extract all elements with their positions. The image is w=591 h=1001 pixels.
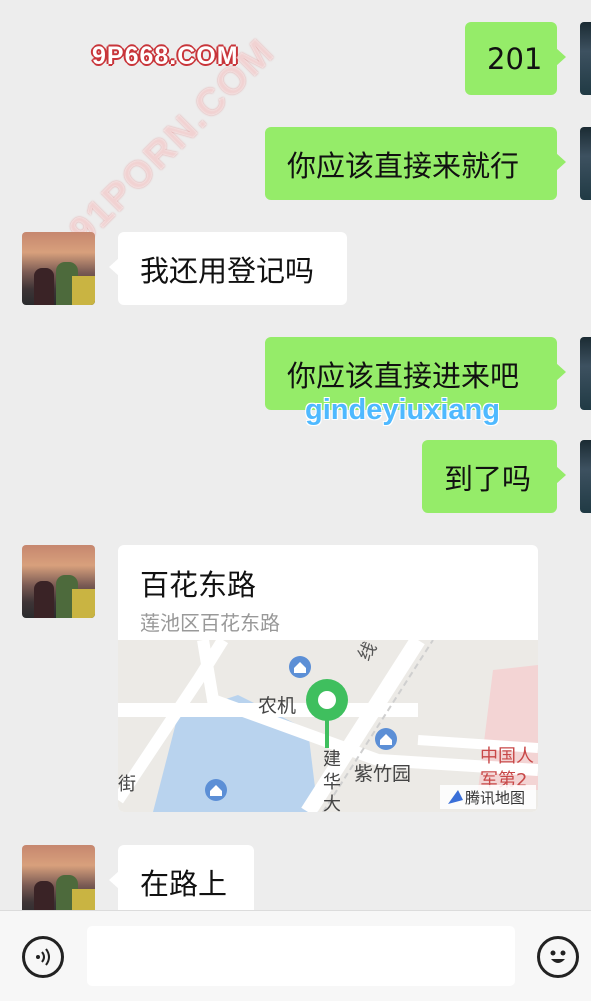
message-input[interactable] [87,926,515,986]
contact-avatar[interactable] [22,232,95,305]
location-card[interactable]: 百花东路 莲池区百花东路 线 农机 紫竹园 街 建 华 大 中国人 军第2 腾讯… [118,545,538,812]
map-label: 中国人 [480,746,534,767]
user-watermark: gindeyiuxiang [305,394,500,426]
emoji-icon [550,950,566,963]
contact-avatar[interactable] [22,545,95,618]
poi-icon [289,656,311,678]
message-text: 你应该直接来就行 [287,148,520,183]
map-label: 华 [323,772,341,793]
emoji-button[interactable] [537,936,579,978]
message-text: 在路上 [140,866,228,901]
message-bubble[interactable]: 在路上 [109,845,254,918]
contact-avatar[interactable] [22,845,95,918]
message-text: 你应该直接进来吧 [287,358,520,393]
my-avatar[interactable] [580,22,591,95]
map-label: 街 [118,774,136,795]
message-bubble[interactable]: 到了吗 [422,440,566,513]
map-label: 农机 [258,695,296,717]
message-bubble[interactable]: 201 [465,22,566,95]
location-title: 百花东路 [140,568,257,602]
message-text: 我还用登记吗 [140,253,315,288]
location-map[interactable]: 线 农机 紫竹园 街 建 华 大 中国人 军第2 腾讯地图 [118,640,538,812]
message-bubble[interactable]: 你应该直接来就行 [265,127,566,200]
voice-button[interactable] [22,936,64,978]
map-label: 紫竹园 [354,763,411,785]
poi-icon [205,779,227,801]
poi-icon [375,728,397,750]
map-label: 建 [323,749,341,770]
message-text: 201 [487,41,543,76]
location-address: 莲池区百花东路 [140,611,280,635]
message-bubble[interactable]: 我还用登记吗 [109,232,347,305]
map-provider: 腾讯地图 [465,789,525,807]
my-avatar[interactable] [580,127,591,200]
my-avatar[interactable] [580,337,591,410]
map-label: 大 [323,794,341,812]
my-avatar[interactable] [580,440,591,513]
input-bar [0,910,591,1001]
message-text: 到了吗 [444,461,532,496]
voice-icon [36,948,50,966]
